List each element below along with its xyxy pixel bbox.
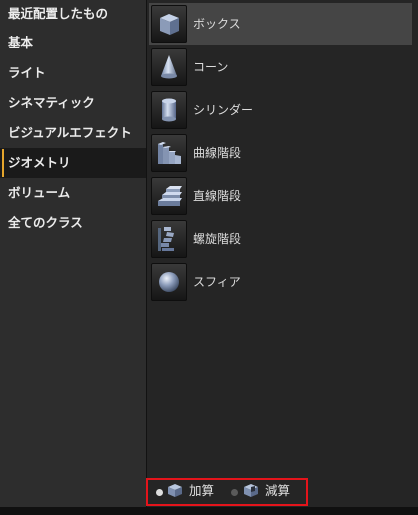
category-label: 最近配置したもの — [8, 6, 109, 21]
spiral-stairs-icon — [151, 220, 187, 258]
item-cone[interactable]: コーン — [149, 46, 412, 88]
category-label: 基本 — [8, 35, 34, 50]
item-linear-stairs[interactable]: 直線階段 — [149, 175, 412, 217]
subtractive-label[interactable]: 減算 — [265, 476, 290, 506]
subtractive-radio[interactable] — [231, 489, 238, 496]
category-volumes[interactable]: ボリューム — [0, 178, 146, 208]
item-label: 直線階段 — [193, 189, 242, 203]
subtractive-brush-icon — [242, 482, 260, 502]
category-cinematic[interactable]: シネマティック — [0, 88, 146, 118]
linear-stairs-icon — [151, 177, 187, 215]
item-label: シリンダー — [193, 103, 254, 117]
sphere-icon — [151, 263, 187, 301]
bottom-border — [0, 507, 418, 515]
category-label: ボリューム — [8, 185, 71, 200]
category-sidebar: 最近配置したもの 基本 ライト シネマティック ビジュアルエフェクト ジオメトリ… — [0, 0, 146, 507]
item-label: スフィア — [193, 275, 241, 289]
box-icon — [151, 5, 187, 43]
item-label: ボックス — [193, 17, 241, 31]
item-label: 曲線階段 — [193, 146, 242, 160]
cylinder-icon — [151, 91, 187, 129]
category-label: ビジュアルエフェクト — [8, 125, 132, 140]
curved-stairs-icon — [151, 134, 187, 172]
item-spiral-stairs[interactable]: 螺旋階段 — [149, 218, 412, 260]
category-lights[interactable]: ライト — [0, 58, 146, 88]
category-label: シネマティック — [8, 95, 95, 110]
category-geometry[interactable]: ジオメトリ — [0, 148, 146, 178]
category-label: ライト — [8, 65, 46, 80]
item-box[interactable]: ボックス — [149, 3, 412, 45]
additive-label[interactable]: 加算 — [189, 476, 214, 506]
item-label: 螺旋階段 — [193, 232, 242, 246]
category-label: ジオメトリ — [8, 155, 71, 170]
item-sphere[interactable]: スフィア — [149, 261, 412, 303]
item-cylinder[interactable]: シリンダー — [149, 89, 412, 131]
brush-mode-bar: 加算 減算 — [146, 476, 418, 507]
cone-icon — [151, 48, 187, 86]
geometry-item-list: ボックス コーン シリンダー 曲線階段 直線階段 螺旋階段 スフィア 加算 減算 — [146, 0, 418, 507]
additive-radio[interactable] — [156, 489, 163, 496]
item-curved-stairs[interactable]: 曲線階段 — [149, 132, 412, 174]
category-all-classes[interactable]: 全てのクラス — [0, 208, 146, 238]
category-recently-placed[interactable]: 最近配置したもの — [0, 0, 146, 28]
category-visual-effects[interactable]: ビジュアルエフェクト — [0, 118, 146, 148]
additive-brush-icon — [166, 482, 184, 502]
item-label: コーン — [193, 60, 229, 74]
category-basic[interactable]: 基本 — [0, 28, 146, 58]
category-label: 全てのクラス — [8, 215, 83, 230]
